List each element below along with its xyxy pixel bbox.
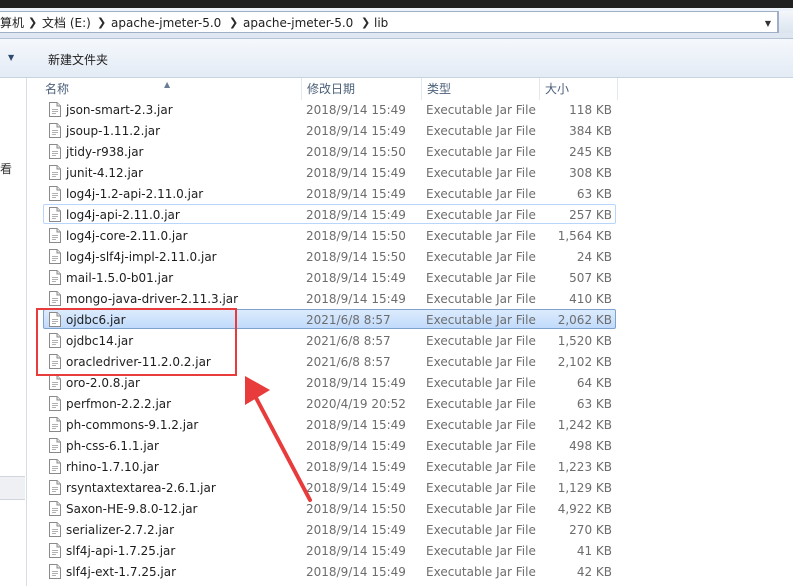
annotation-arrow bbox=[245, 376, 312, 502]
